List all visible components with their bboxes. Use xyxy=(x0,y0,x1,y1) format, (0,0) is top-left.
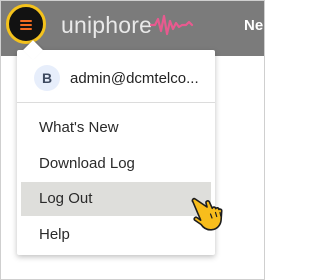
menu-divider xyxy=(17,102,215,103)
logo-text: uniphore xyxy=(61,12,153,38)
menu-item-log-out[interactable]: Log Out xyxy=(21,182,211,216)
waveform-icon xyxy=(150,14,194,36)
user-dropdown-menu: B admin@dcmtelco... What's New Download … xyxy=(17,40,215,255)
nav-link-partial[interactable]: Ne xyxy=(244,16,263,36)
menu-item-whats-new[interactable]: What's New xyxy=(21,111,211,145)
app-window: uniphore Ne B admin@dcmtelco... What's N… xyxy=(0,0,265,280)
menu-item-help[interactable]: Help xyxy=(21,218,211,252)
hand-pointer-icon xyxy=(191,197,223,231)
avatar: B xyxy=(34,65,60,91)
hamburger-menu-icon xyxy=(20,20,32,30)
menu-item-download-log[interactable]: Download Log xyxy=(21,147,211,181)
user-email: admin@dcmtelco... xyxy=(70,69,199,87)
hamburger-menu-button[interactable] xyxy=(6,4,46,44)
user-info: B admin@dcmtelco... xyxy=(17,58,215,98)
